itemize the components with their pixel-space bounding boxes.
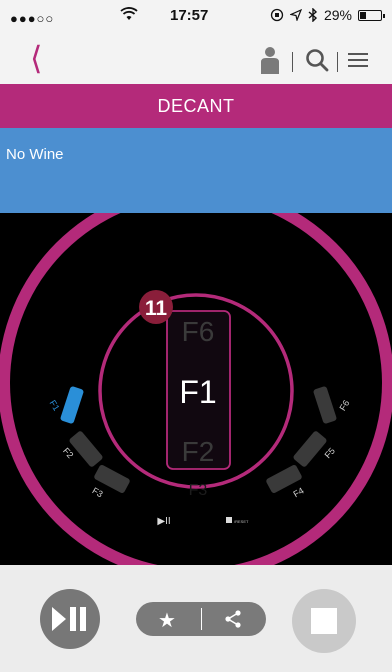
- dial-reset-label[interactable]: /RESET: [234, 519, 249, 524]
- back-button[interactable]: ⟨: [30, 42, 42, 74]
- battery-icon: [358, 9, 385, 21]
- favorite-icon[interactable]: ★: [158, 608, 176, 633]
- bluetooth-icon: [308, 8, 317, 22]
- decanter-dial: F6 F1 F2 F3 11 F1 F2 F3 F6 F5 F4 ▶II /RE…: [0, 213, 392, 565]
- stop-icon: [311, 608, 337, 634]
- orientation-lock-icon: [270, 8, 284, 22]
- play-pause-icon: [52, 607, 86, 631]
- filter-faint-below: F3: [189, 482, 208, 499]
- filter-below: F2: [182, 436, 215, 467]
- navigation-bar: ⟨: [0, 36, 392, 84]
- dial-play-pause[interactable]: ▶II: [157, 516, 170, 527]
- page-title: DECANT: [0, 84, 392, 128]
- nav-divider: [337, 52, 338, 72]
- filter-above: F6: [182, 316, 215, 347]
- count-badge: 11: [145, 297, 168, 320]
- location-icon: [289, 9, 302, 21]
- share-icon[interactable]: [224, 610, 242, 628]
- decanter-dial-area: F6 F1 F2 F3 11 F1 F2 F3 F6 F5 F4 ▶II /RE…: [0, 213, 392, 565]
- playback-controls: ★: [0, 565, 392, 672]
- wifi-icon: [120, 7, 138, 20]
- pill-divider: [201, 608, 202, 630]
- menu-icon[interactable]: [348, 52, 368, 68]
- battery-percent: 29%: [323, 7, 352, 23]
- play-pause-button[interactable]: [40, 589, 100, 649]
- wine-label: No Wine: [6, 146, 64, 163]
- stop-button[interactable]: [292, 589, 356, 653]
- filter-selected: F1: [179, 374, 216, 410]
- profile-icon[interactable]: [258, 46, 282, 74]
- search-icon[interactable]: [305, 48, 329, 72]
- status-bar: ●●●○○ 17:57 29%: [0, 0, 392, 36]
- clock: 17:57: [170, 7, 209, 24]
- wine-panel[interactable]: No Wine: [0, 128, 392, 213]
- dial-stop-icon[interactable]: [226, 517, 232, 523]
- favorite-share-group: ★: [136, 602, 266, 636]
- signal-strength: ●●●○○: [10, 11, 55, 26]
- nav-divider: [292, 52, 293, 72]
